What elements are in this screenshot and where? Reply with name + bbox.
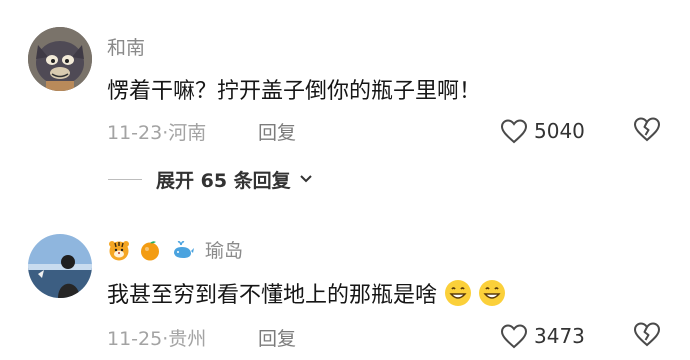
dislike-button[interactable] — [633, 116, 661, 144]
grinning-face-emoji-icon — [445, 280, 472, 306]
tiger-emoji-icon — [109, 240, 129, 260]
comment-item: 和南 愣着干嘛？拧开盖子倒你的瓶子里啊！ 11-23·河南 回复 5040 — [0, 0, 690, 160]
comment-text: 我甚至穷到看不懂地上的那瓶是啥 — [107, 277, 507, 309]
like-count: 3473 — [534, 324, 585, 348]
avatar[interactable] — [28, 234, 92, 298]
comment-username[interactable]: 瑜岛 — [205, 236, 243, 263]
avatar[interactable] — [28, 27, 92, 91]
comment-meta: 11-25·贵州 — [107, 324, 206, 351]
chevron-down-icon — [299, 175, 312, 183]
comment-item: 瑜岛 我甚至穷到看不懂地上的那瓶是啥 11-25·贵州 回复 3473 — [0, 200, 690, 360]
comment-date: 11-25 — [107, 328, 163, 350]
broken-heart-icon — [633, 117, 661, 142]
comment-location: 贵州 — [168, 328, 207, 350]
divider-line — [108, 178, 142, 180]
heart-icon — [500, 324, 528, 349]
comment-date: 11-23 — [107, 122, 163, 144]
reply-button[interactable]: 回复 — [258, 118, 296, 145]
like-button[interactable]: 3473 — [500, 321, 585, 351]
comment-username[interactable]: 和南 — [107, 33, 145, 60]
user-badges: 瑜岛 — [108, 236, 243, 263]
comment-text: 愣着干嘛？拧开盖子倒你的瓶子里啊！ — [107, 79, 482, 104]
orange-emoji-icon — [141, 240, 159, 260]
whale-emoji-icon — [174, 240, 194, 258]
like-count: 5040 — [534, 119, 585, 143]
heart-icon — [500, 119, 528, 144]
grinning-face-emoji-icon — [479, 280, 506, 306]
comment-meta: 11-23·河南 — [107, 118, 206, 145]
broken-heart-icon — [633, 322, 661, 347]
expand-replies-label: 展开 65 条回复 — [156, 169, 291, 192]
expand-replies-button[interactable]: 展开 65 条回复 — [108, 166, 313, 192]
reply-button[interactable]: 回复 — [258, 324, 296, 351]
comment-text-content: 我甚至穷到看不懂地上的那瓶是啥 — [107, 283, 438, 308]
dislike-button[interactable] — [633, 321, 661, 349]
comment-location: 河南 — [168, 122, 207, 144]
like-button[interactable]: 5040 — [500, 116, 585, 146]
